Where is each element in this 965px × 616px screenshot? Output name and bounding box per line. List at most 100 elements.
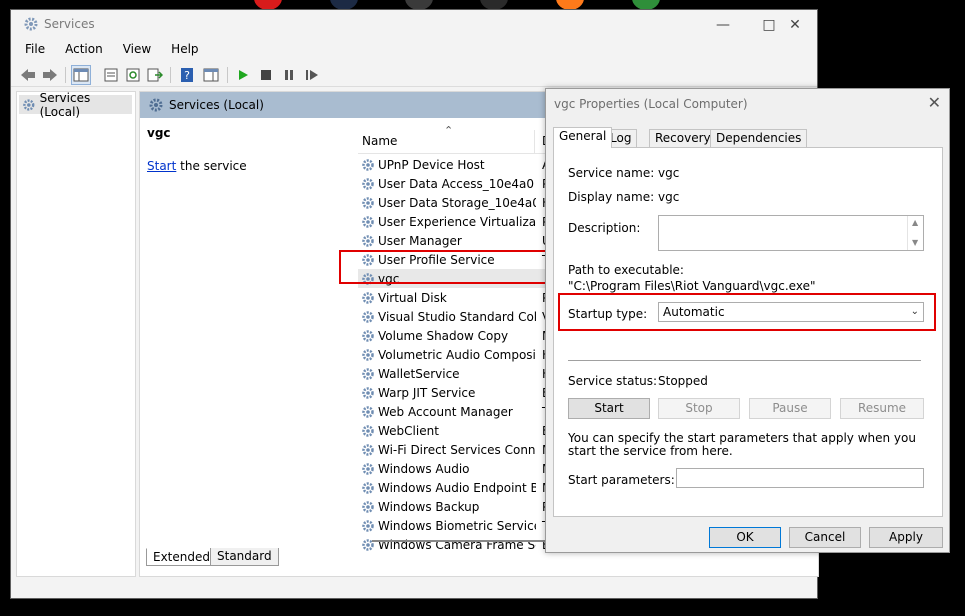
pause-icon [285,70,293,80]
menu-file[interactable]: File [18,40,52,58]
description-scrollbar[interactable]: ▲ ▼ [907,216,923,250]
start-service-button[interactable] [233,65,253,85]
column-header-name[interactable]: Name [362,134,397,148]
service-name: Volume Shadow Copy [378,328,509,343]
service-name: Warp JIT Service [378,385,476,400]
service-gear-icon [362,386,374,399]
service-status-value: Stopped [658,374,708,388]
apply-button[interactable]: Apply [869,527,943,548]
services-gear-icon [23,98,35,111]
tab-extended[interactable]: Extended [146,548,217,566]
forward-button[interactable] [40,65,60,85]
tree-item-services-local[interactable]: Services (Local) [19,91,132,119]
console-tree-icon [73,68,89,82]
dialog-title: vgc Properties (Local Computer) [554,97,748,111]
highlight-startup-type [558,293,936,331]
content-header-title: Services (Local) [169,98,264,112]
tab-general[interactable]: General [553,127,613,148]
menu-view[interactable]: View [116,40,158,58]
show-hide-tree-button[interactable] [71,65,91,85]
cancel-button[interactable]: Cancel [789,527,861,548]
toolbar: ? [11,63,817,87]
service-gear-icon [362,462,374,475]
service-gear-icon [362,348,374,361]
menu-help[interactable]: Help [164,40,205,58]
service-name: User Manager [378,233,462,248]
dialog-close-button[interactable]: ✕ [928,93,941,112]
service-status-label: Service status: [568,374,658,388]
service-gear-icon [362,519,374,532]
help-button[interactable]: ? [177,65,197,85]
action-pane-icon [203,68,219,82]
service-name: Windows Backup [378,499,480,514]
display-name-value: vgc [658,190,680,204]
service-gear-icon [362,481,374,494]
restart-service-button[interactable] [302,65,322,85]
window-title: Services [44,17,95,31]
service-gear-icon [362,310,374,323]
service-name: User Data Storage_10e4a0 [378,195,536,210]
column-divider[interactable] [534,130,535,154]
description-field[interactable]: ▲ ▼ [658,215,924,251]
service-gear-icon [362,291,374,304]
service-name: Windows Audio [378,461,470,476]
start-parameters-input[interactable] [676,468,924,488]
service-gear-icon [362,405,374,418]
tab-recovery[interactable]: Recovery [649,129,717,147]
service-name: Windows Audio Endpoint B... [378,480,536,495]
stop-service-button[interactable] [256,65,276,85]
ok-button[interactable]: OK [709,527,781,548]
service-gear-icon [362,196,374,209]
pause-service-button[interactable] [279,65,299,85]
menu-action[interactable]: Action [58,40,110,58]
start-button[interactable]: Start [568,398,650,419]
export-list-button[interactable] [145,65,165,85]
service-name: Wi-Fi Direct Services Conne... [378,442,536,457]
tab-standard[interactable]: Standard [210,548,279,566]
toolbar-separator [170,67,171,83]
taskbar-icons [0,0,965,10]
back-button[interactable] [18,65,38,85]
start-service-link[interactable]: Start [147,159,176,173]
service-gear-icon [362,234,374,247]
forward-arrow-icon [43,69,57,81]
scrollbar-thumb[interactable] [372,540,552,542]
sort-ascending-icon: ⌃ [444,124,454,137]
display-name-label: Display name: [568,190,655,204]
highlight-vgc-row [339,250,562,284]
description-label: Description: [568,221,641,235]
services-gear-icon [24,17,38,31]
svg-text:?: ? [184,69,190,82]
separator [568,360,921,361]
title-bar[interactable]: Services — □ ✕ [11,10,817,40]
properties-button[interactable] [101,65,121,85]
service-name: WalletService [378,366,460,381]
service-gear-icon [362,158,374,171]
service-name: Web Account Manager [378,404,513,419]
service-name: User Experience Virtualizati... [378,214,536,229]
show-hide-action-pane-button[interactable] [201,65,221,85]
service-action-suffix: the service [176,159,247,173]
resume-button: Resume [840,398,924,419]
service-name: Windows Biometric Service [378,518,536,533]
play-icon [239,70,248,80]
toolbar-separator [227,67,228,83]
horizontal-scrollbar[interactable] [358,538,558,544]
stop-button: Stop [658,398,740,419]
refresh-button[interactable] [123,65,143,85]
refresh-icon [126,68,140,82]
tree-item-label: Services (Local) [39,90,91,119]
service-gear-icon [362,177,374,190]
service-gear-icon [362,215,374,228]
scroll-down-icon[interactable]: ▼ [912,238,918,247]
scroll-up-icon[interactable]: ▲ [912,218,918,227]
minimize-button[interactable]: — [703,14,743,36]
service-name-label: Service name: [568,166,655,180]
service-gear-icon [362,443,374,456]
service-gear-icon [362,500,374,513]
menu-bar: File Action View Help [11,40,817,62]
selected-service-title: vgc [147,126,171,140]
close-button[interactable]: ✕ [775,14,815,36]
tab-dependencies[interactable]: Dependencies [710,129,808,147]
service-name: WebClient [378,423,439,438]
